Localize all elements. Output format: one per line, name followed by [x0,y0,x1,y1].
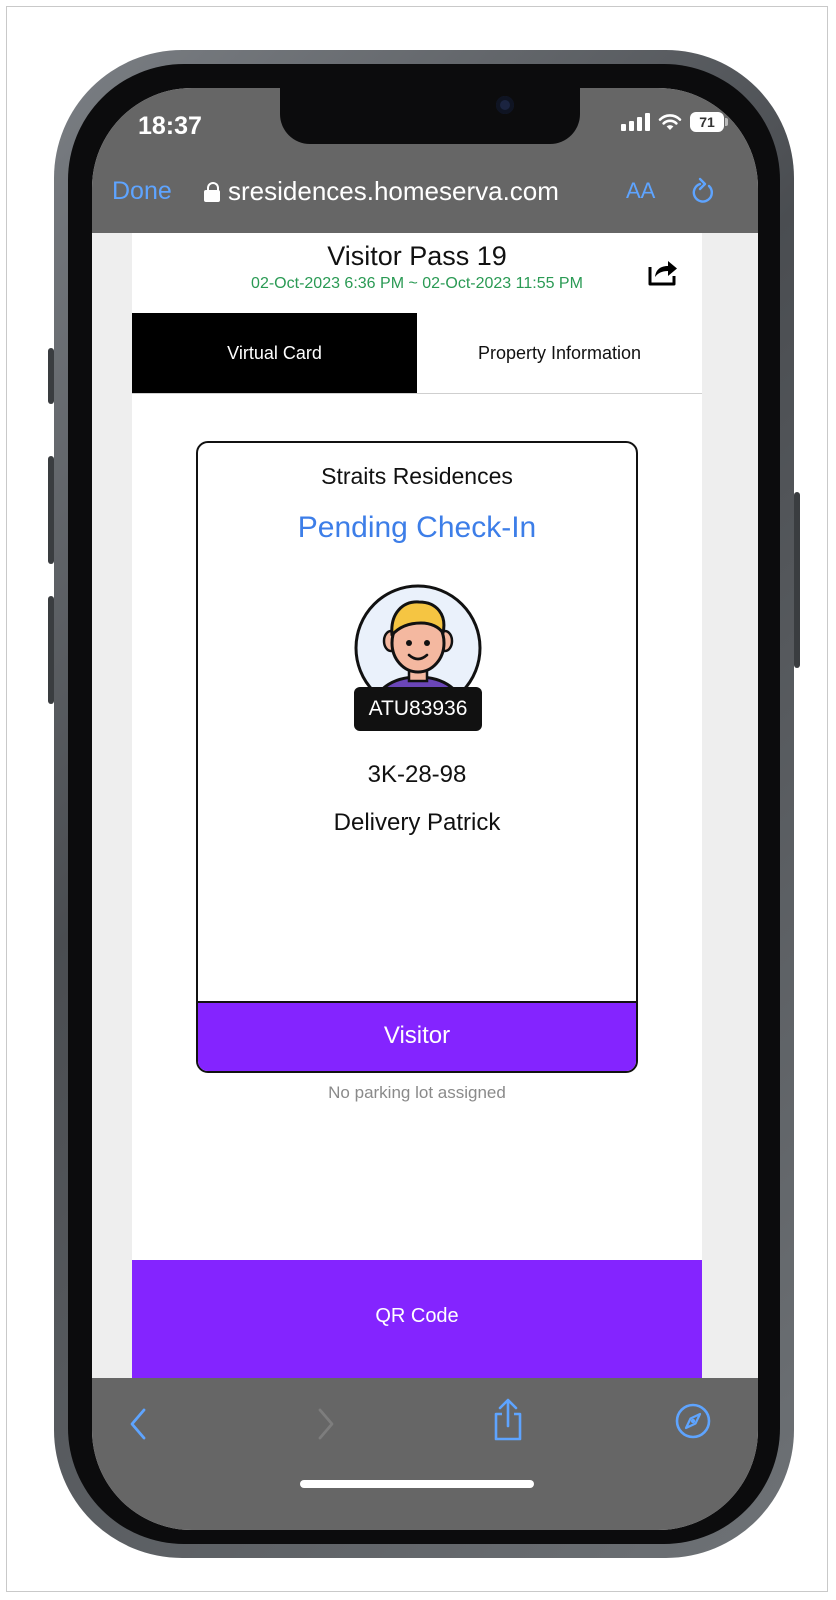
chevron-left-icon[interactable] [126,1404,150,1444]
tab-virtual-card[interactable]: Virtual Card [132,313,417,393]
check-in-status: Pending Check-In [297,511,537,544]
parking-note: No parking lot assigned [328,1083,506,1102]
vehicle-plate: 3K-28-98 [367,761,467,788]
tab-bar: Virtual Card Property Information [132,313,702,394]
reload-icon[interactable] [688,176,718,208]
property-name: Straits Residences [321,463,513,489]
pass-code-badge: ATU83936 [354,687,482,731]
status-icons: 71 [621,112,728,132]
front-camera-icon [496,96,514,114]
web-content: Visitor Pass 19 02-Oct-2023 6:36 PM ~ 02… [132,233,702,1378]
wifi-icon [658,114,682,130]
compass-icon[interactable] [674,1402,712,1440]
address-bar[interactable]: sresidences.homeserva.com [204,176,559,207]
dynamic-notch [280,88,580,144]
done-button[interactable]: Done [112,176,172,206]
browser-toolbar [92,1378,758,1530]
lock-icon [204,181,220,202]
page-title: Visitor Pass 19 [327,241,507,271]
phone-screen: 18:37 71 Done sresidences.homeserva.com … [92,88,758,1530]
status-time: 18:37 [138,112,202,140]
text-size-button[interactable]: AA [626,178,655,204]
tab-property-information[interactable]: Property Information [417,313,702,393]
share-sheet-icon[interactable] [490,1398,526,1442]
side-button-power [794,492,800,668]
share-icon[interactable] [646,255,680,287]
pass-validity-dates: 02-Oct-2023 6:36 PM ~ 02-Oct-2023 11:55 … [251,275,583,292]
browser-nav-row: Done sresidences.homeserva.com AA [92,176,758,224]
home-indicator[interactable] [300,1480,534,1488]
url-text: sresidences.homeserva.com [228,176,559,206]
cellular-signal-icon [621,113,650,131]
visitor-category-band: Visitor [198,1001,636,1071]
qr-code-button[interactable]: QR Code [132,1260,702,1378]
visitor-name: Delivery Patrick [333,809,501,836]
virtual-card: Straits Residences Pending Check-In ATU8… [196,441,638,1073]
page-header: Visitor Pass 19 02-Oct-2023 6:36 PM ~ 02… [132,233,702,314]
browser-top-bar: 18:37 71 Done sresidences.homeserva.com … [92,88,758,233]
battery-icon: 71 [690,112,728,132]
chevron-right-icon[interactable] [314,1404,338,1444]
